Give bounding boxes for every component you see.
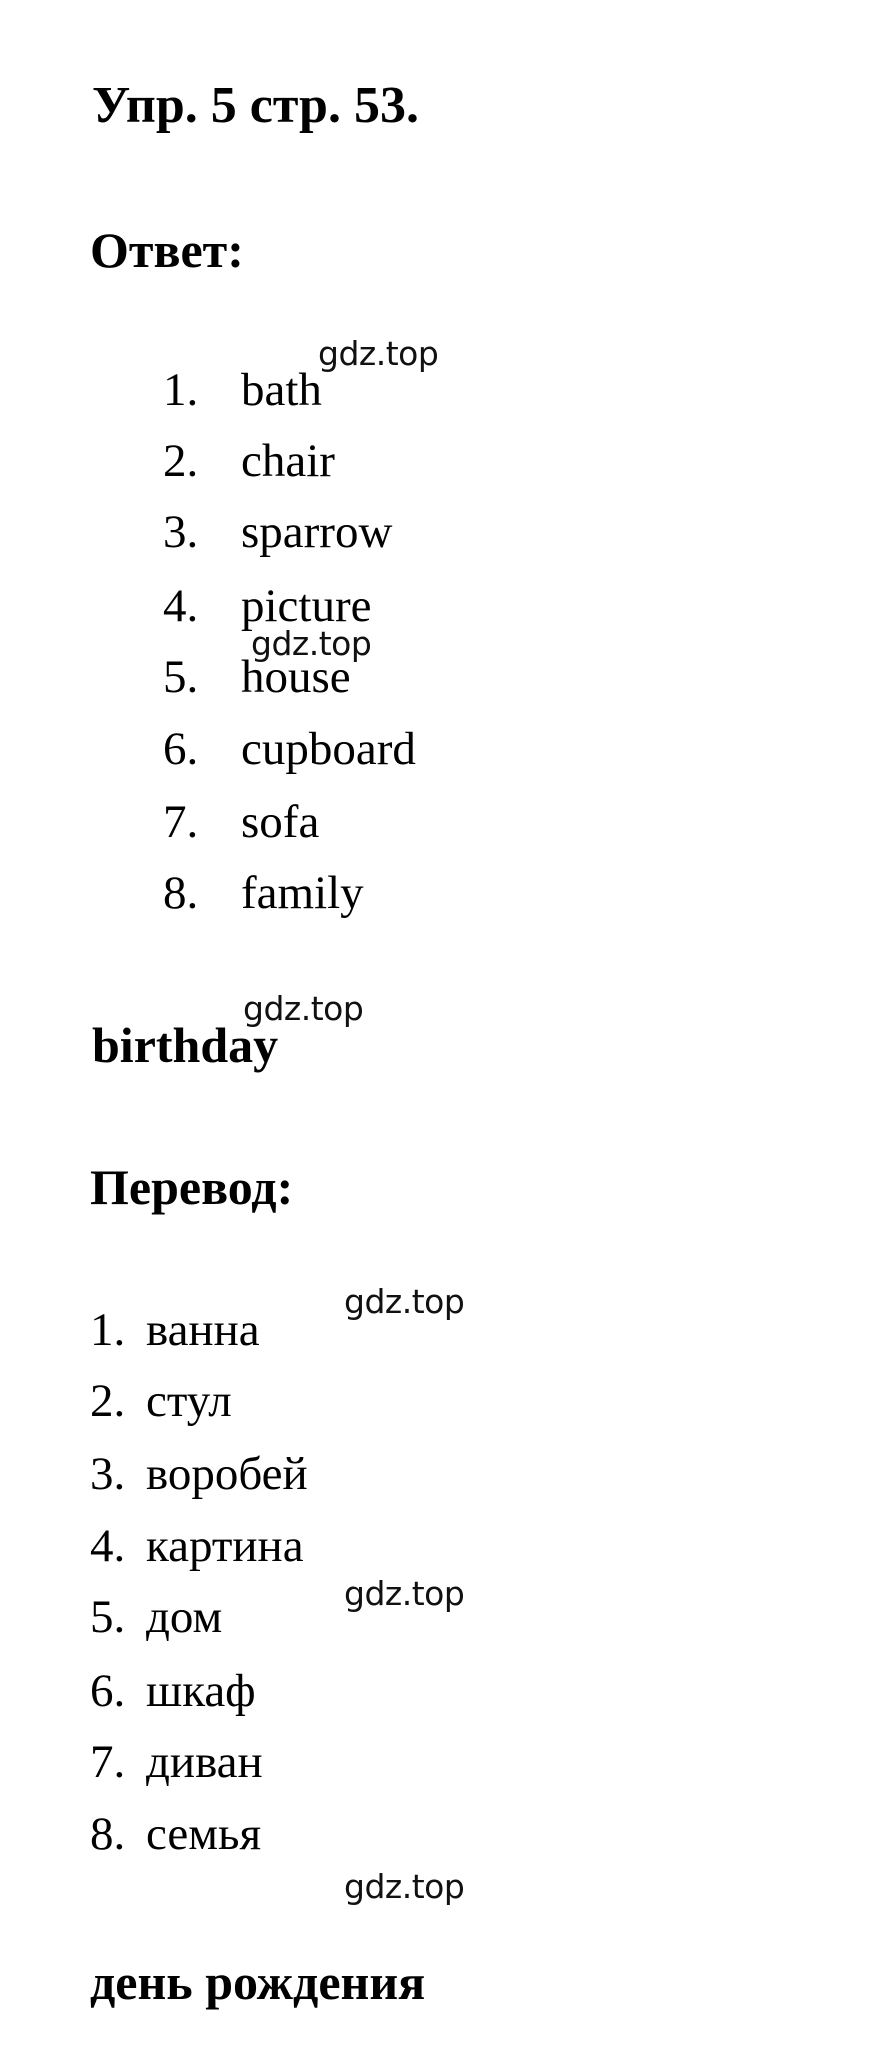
item-word: picture <box>241 580 372 632</box>
item-word: стул <box>146 1375 232 1427</box>
item-number: 2. <box>90 1375 126 1427</box>
item-number: 6. <box>90 1665 126 1717</box>
item-number: 8. <box>90 1808 126 1860</box>
answer-heading: Ответ: <box>90 222 244 278</box>
watermark: gdz.top <box>344 1867 465 1906</box>
translation-heading: Перевод: <box>90 1159 294 1215</box>
translation-keyword: день рождения <box>90 1954 426 2010</box>
item-word: chair <box>241 435 335 487</box>
item-number: 4. <box>90 1520 126 1572</box>
page-title: Упр. 5 стр. 53. <box>92 77 419 134</box>
item-number: 3. <box>90 1448 126 1500</box>
item-number: 7. <box>90 1736 126 1788</box>
item-number: 3. <box>163 506 199 558</box>
item-word: bath <box>241 364 322 416</box>
item-number: 5. <box>163 651 199 703</box>
item-word: cupboard <box>241 723 416 775</box>
item-word: sparrow <box>241 506 393 558</box>
item-number: 8. <box>163 867 199 919</box>
item-word: диван <box>146 1736 263 1788</box>
item-word: дом <box>146 1591 223 1643</box>
item-number: 6. <box>163 723 199 775</box>
item-word: картина <box>146 1520 304 1572</box>
item-number: 1. <box>163 364 199 416</box>
watermark: gdz.top <box>344 1574 465 1613</box>
watermark: gdz.top <box>243 989 364 1028</box>
item-number: 2. <box>163 435 199 487</box>
item-word: шкаф <box>146 1665 256 1717</box>
item-number: 1. <box>90 1304 126 1356</box>
item-word: family <box>241 867 364 919</box>
watermark: gdz.top <box>318 334 439 373</box>
watermark: gdz.top <box>344 1282 465 1321</box>
item-number: 7. <box>163 796 199 848</box>
item-word: sofa <box>241 796 320 848</box>
item-number: 4. <box>163 580 199 632</box>
item-word: воробей <box>146 1448 308 1500</box>
item-word: семья <box>146 1808 262 1860</box>
watermark: gdz.top <box>251 624 372 663</box>
item-number: 5. <box>90 1591 126 1643</box>
item-word: ванна <box>146 1304 260 1356</box>
